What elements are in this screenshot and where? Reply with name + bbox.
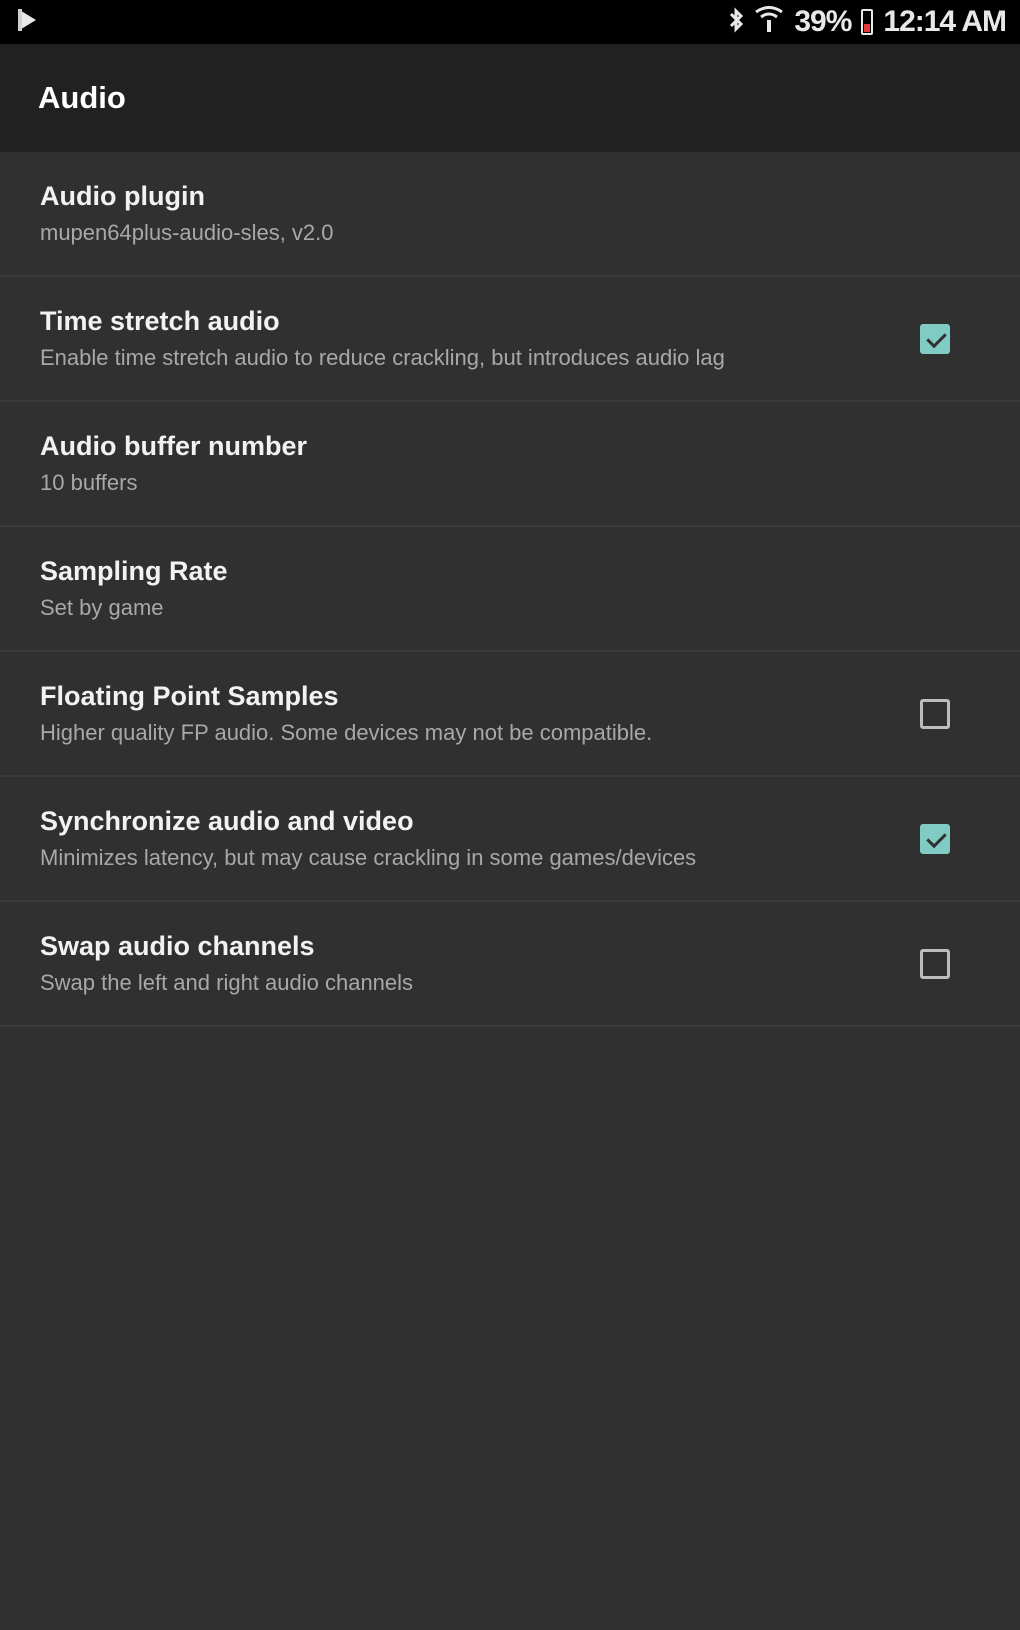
setting-summary: 10 buffers [40,470,138,495]
setting-title: Floating Point Samples [40,681,339,711]
setting-summary: Minimizes latency, but may cause crackli… [40,845,697,870]
setting-summary: Swap the left and right audio channels [40,970,414,995]
time-stretch-checkbox[interactable] [920,323,950,354]
setting-title: Sampling Rate [40,556,228,586]
setting-time-stretch-audio[interactable]: Time stretch audio Enable time stretch a… [0,277,1020,402]
setting-sampling-rate[interactable]: Sampling Rate Set by game [0,527,1020,652]
app-bar: Audio [0,44,1020,152]
synchronize-checkbox[interactable] [920,823,950,854]
setting-title: Synchronize audio and video [40,806,414,836]
page-title: Audio [38,80,126,115]
setting-title: Swap audio channels [40,931,315,961]
floating-point-checkbox[interactable] [920,698,950,729]
setting-audio-buffer-number[interactable]: Audio buffer number 10 buffers [0,402,1020,527]
setting-summary: mupen64plus-audio-sles, v2.0 [40,220,334,245]
settings-list: Audio plugin mupen64plus-audio-sles, v2.… [0,152,1020,1027]
play-store-icon [16,7,38,38]
setting-summary: Higher quality FP audio. Some devices ma… [40,720,653,745]
setting-title: Audio plugin [40,181,205,211]
setting-summary: Enable time stretch audio to reduce crac… [40,345,725,370]
swap-channels-checkbox[interactable] [920,948,950,979]
setting-title: Audio buffer number [40,431,307,461]
bluetooth-icon [728,6,744,39]
setting-audio-plugin[interactable]: Audio plugin mupen64plus-audio-sles, v2.… [0,152,1020,277]
setting-floating-point-samples[interactable]: Floating Point Samples Higher quality FP… [0,652,1020,777]
setting-swap-audio-channels[interactable]: Swap audio channels Swap the left and ri… [0,902,1020,1027]
setting-title: Time stretch audio [40,306,280,336]
battery-percent: 39% [794,5,852,38]
wifi-icon [754,5,784,39]
battery-icon [861,9,874,35]
setting-summary: Set by game [40,595,164,620]
setting-synchronize-audio-video[interactable]: Synchronize audio and video Minimizes la… [0,777,1020,902]
status-bar: 39% 12:14 AM [0,0,1020,44]
status-time: 12:14 AM [883,5,1007,38]
